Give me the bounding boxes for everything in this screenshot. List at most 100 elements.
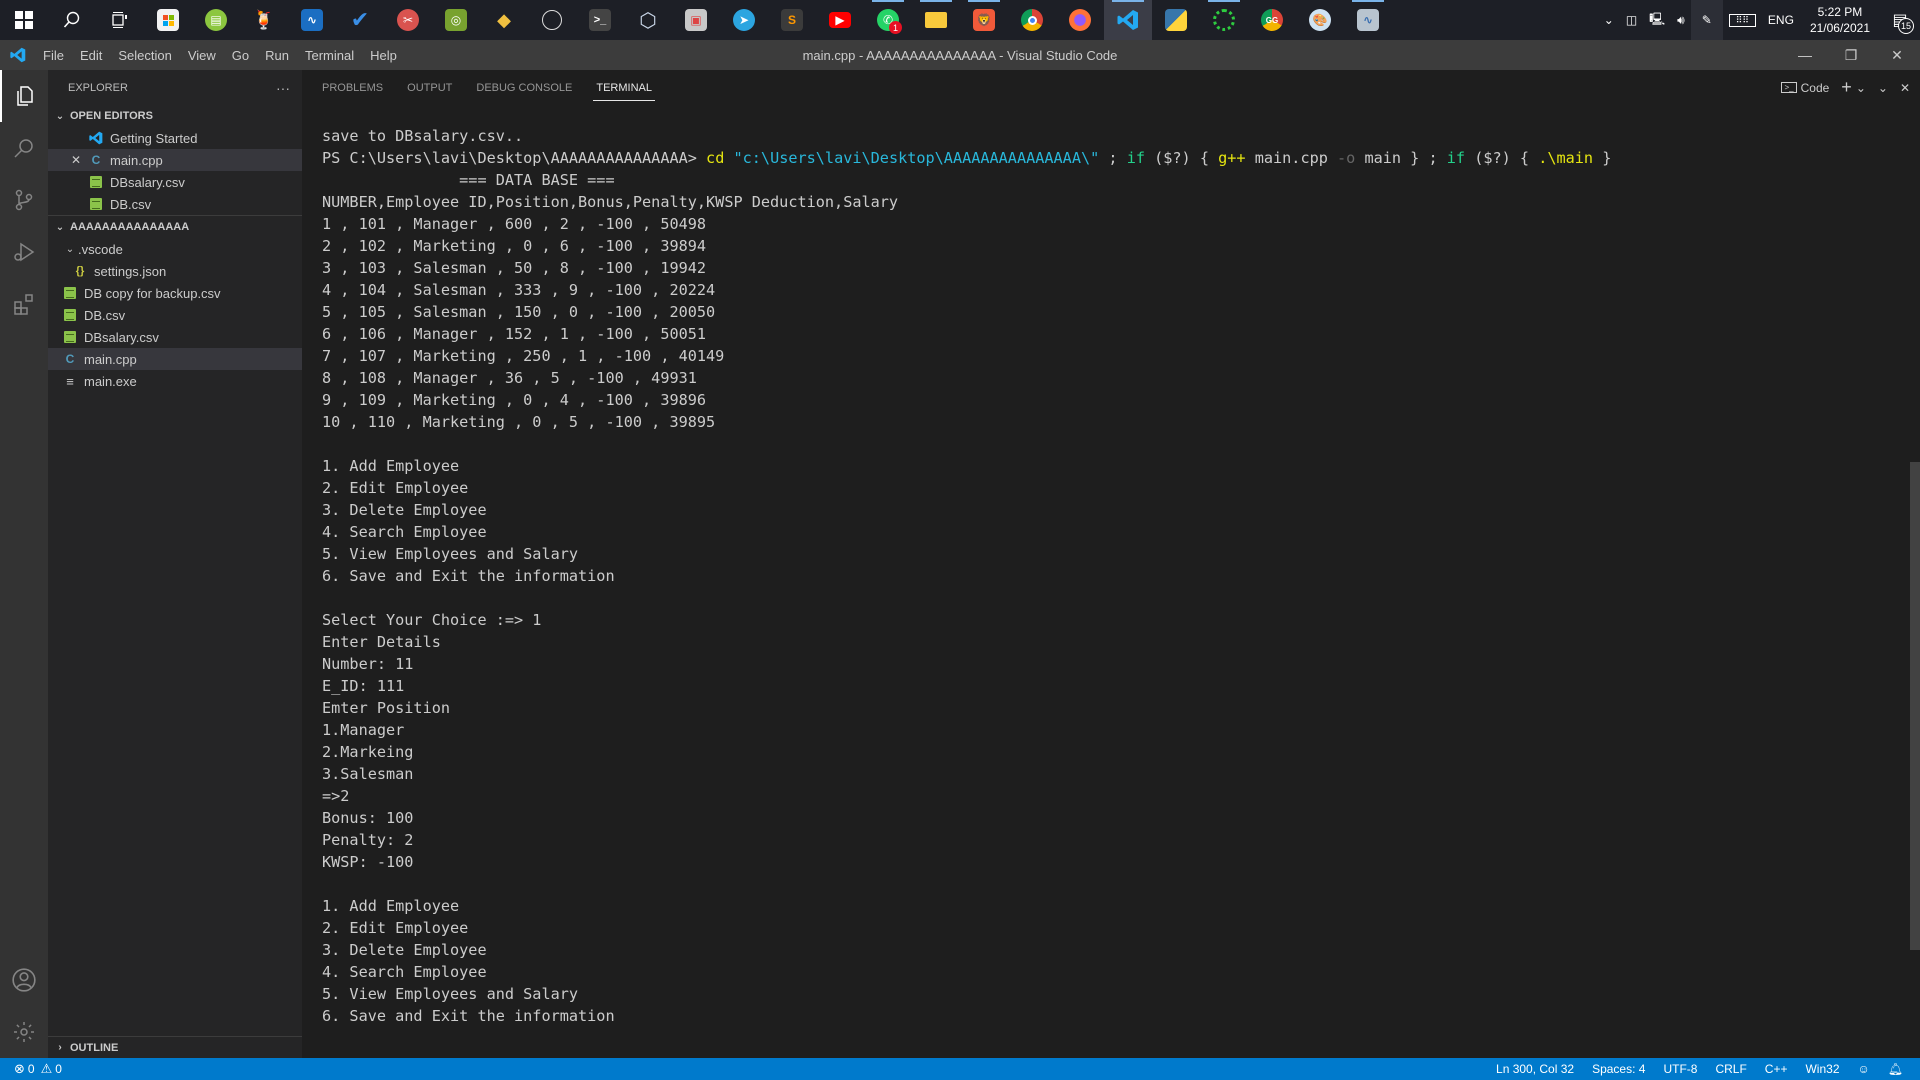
cmd-cond: ($?) { [1144,149,1219,167]
taskbar-app-chrome-profile[interactable]: GG [1248,0,1296,40]
taskbar-search-button[interactable] [48,0,96,40]
taskbar-app-fruit[interactable]: 🍹 [240,0,288,40]
close-panel-button[interactable]: ✕ [1900,81,1910,95]
cmd-if: if [1126,149,1145,167]
taskbar-app-green[interactable]: ▤ [192,0,240,40]
open-editor-item[interactable]: Getting Started [48,127,302,149]
notifications-button[interactable]: 🔔︎ [1888,1062,1903,1076]
open-editor-item[interactable]: ✕ C main.cpp [48,149,302,171]
maximize-panel-button[interactable]: ⌄ [1878,81,1888,95]
terminal-output[interactable]: save to DBsalary.csv.. PS C:\Users\lavi\D… [322,125,1611,1027]
file-item[interactable]: ≡ main.exe [48,370,302,392]
taskbar-app-whiteboard[interactable]: ∿ [288,0,336,40]
taskbar-app-snip[interactable]: ✂ [384,0,432,40]
tray-network[interactable]: 🖳 [1643,0,1671,40]
tray-language[interactable]: ENG [1762,0,1800,40]
menu-run[interactable]: Run [257,40,297,70]
tab-debug-console[interactable]: DEBUG CONSOLE [476,70,572,105]
language-mode[interactable]: C++ [1765,1062,1788,1076]
terminal-dropdown-button[interactable]: ⌄ [1856,81,1866,95]
file-item[interactable]: DB copy for backup.csv [48,282,302,304]
indentation[interactable]: Spaces: 4 [1592,1062,1645,1076]
workspace-section[interactable]: ⌄ AAAAAAAAAAAAAAA [48,216,302,238]
feedback-button[interactable]: ☺ [1858,1062,1870,1076]
menu-help[interactable]: Help [362,40,405,70]
activity-search[interactable] [0,122,48,174]
file-item[interactable]: C main.cpp [48,348,302,370]
open-editor-item[interactable]: DB.csv [48,193,302,215]
close-window-button[interactable]: ✕ [1874,40,1920,70]
menu-selection[interactable]: Selection [110,40,179,70]
folder-item[interactable]: ⌄ .vscode [48,238,302,260]
taskbar-app-android[interactable]: ◎ [432,0,480,40]
activity-extensions[interactable] [0,278,48,330]
taskbar-app-store[interactable] [144,0,192,40]
start-button[interactable] [0,0,48,40]
more-actions-button[interactable]: ··· [276,80,290,96]
restore-button[interactable]: ❐ [1828,40,1874,70]
end-of-line[interactable]: CRLF [1715,1062,1746,1076]
tab-terminal[interactable]: TERMINAL [593,70,655,105]
cmd-path: "c:\Users\lavi\Desktop\AAAAAAAAAAAAAAA\" [733,149,1100,167]
taskbar-app-vscode[interactable] [1104,0,1152,40]
taskbar-app-youtube[interactable]: ▶ [816,0,864,40]
task-view-button[interactable] [96,0,144,40]
menu-line: 5. View Employees and Salary [322,545,579,563]
terminal-selector[interactable]: >_ Code [1781,81,1829,95]
activity-accounts[interactable] [0,954,48,1006]
taskbar-app-sublime[interactable]: S [768,0,816,40]
notification-center-button[interactable]: ▤ 15 [1880,0,1920,40]
tab-output[interactable]: OUTPUT [407,70,452,105]
menu-edit[interactable]: Edit [72,40,110,70]
platform[interactable]: Win32 [1805,1062,1839,1076]
tray-clock[interactable]: 5:22 PM 21/06/2021 [1800,4,1880,36]
session-line: 2.Markeing [322,743,414,761]
tab-problems[interactable]: PROBLEMS [322,70,383,105]
activity-manage[interactable] [0,1006,48,1058]
file-item[interactable]: DBsalary.csv [48,326,302,348]
tray-volume[interactable]: 🔊︎ [1671,0,1691,40]
activity-run-debug[interactable] [0,226,48,278]
taskbar-app-telegram[interactable]: ➤ [720,0,768,40]
outline-section[interactable]: › OUTLINE [48,1036,302,1058]
encoding[interactable]: UTF-8 [1663,1062,1697,1076]
taskbar-app-remote[interactable]: ▣ [672,0,720,40]
menu-view[interactable]: View [180,40,224,70]
taskbar-app-paint[interactable]: 🎨 [1296,0,1344,40]
taskbar-app-virtualbox[interactable]: ⬡ [624,0,672,40]
open-editor-item[interactable]: DBsalary.csv [48,171,302,193]
file-item[interactable]: DB.csv [48,304,302,326]
terminal-scrollbar[interactable] [1910,462,1920,950]
menu-file[interactable]: File [35,40,72,70]
minimize-button[interactable]: — [1782,40,1828,70]
cursor-position[interactable]: Ln 300, Col 32 [1496,1062,1574,1076]
show-hidden-icons-button[interactable]: ⌄ [1598,0,1620,40]
taskbar-app-todo[interactable]: ✔ [336,0,384,40]
menu-go[interactable]: Go [224,40,257,70]
taskbar-app-loader[interactable] [1200,0,1248,40]
windows-taskbar: ▤ 🍹 ∿ ✔ ✂ ◎ ◆ >_ ⬡ ▣ ➤ S ▶ ✆ 1 🦁 GG 🎨 ∿ ⌄… [0,0,1920,40]
taskbar-app-brave[interactable]: 🦁 [960,0,1008,40]
taskbar-app-chrome[interactable] [1008,0,1056,40]
db-row: 2 , 102 , Marketing , 0 , 6 , -100 , 398… [322,237,707,255]
taskbar-app-resource-monitor[interactable]: ∿ [1344,0,1392,40]
taskbar-app-obs[interactable] [528,0,576,40]
open-editors-section[interactable]: ⌄ OPEN EDITORS [48,105,302,127]
chevron-down-icon: ⌄ [55,221,65,233]
taskbar-app-terminal[interactable]: >_ [576,0,624,40]
taskbar-app-git[interactable]: ◆ [480,0,528,40]
taskbar-app-file-explorer[interactable] [912,0,960,40]
activity-source-control[interactable] [0,174,48,226]
tray-keyboard[interactable]: ⠿⠿ [1723,0,1762,40]
file-item[interactable]: {} settings.json [48,260,302,282]
taskbar-app-whatsapp[interactable]: ✆ 1 [864,0,912,40]
taskbar-app-firefox[interactable] [1056,0,1104,40]
problems-status[interactable]: ⊗ 0 ⚠ 0 [0,1061,62,1077]
tray-pen[interactable]: ✎ [1690,0,1723,40]
menu-terminal[interactable]: Terminal [297,40,362,70]
taskbar-app-python[interactable] [1152,0,1200,40]
new-terminal-button[interactable]: + [1841,77,1852,98]
activity-explorer[interactable] [0,70,48,122]
tray-camera[interactable]: ◫ [1620,0,1643,40]
close-editor-icon[interactable]: ✕ [68,153,84,167]
